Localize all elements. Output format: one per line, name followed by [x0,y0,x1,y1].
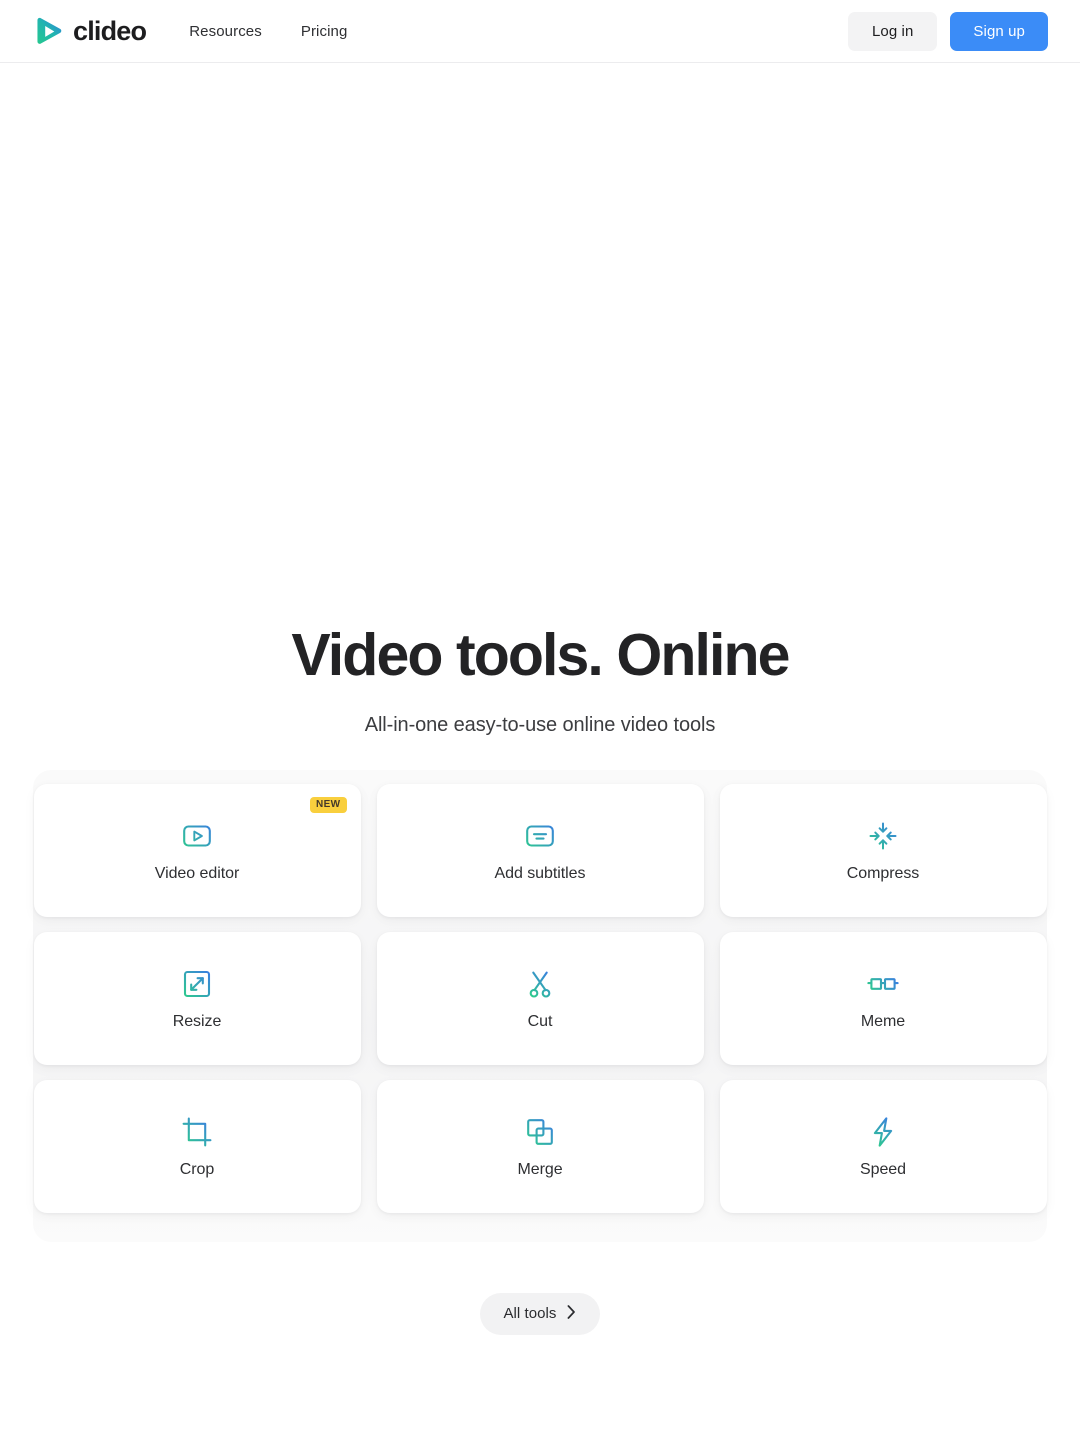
primary-nav: Resources Pricing [189,24,347,39]
tool-label: Compress [846,864,920,882]
tools-section: NEW Video editor Add subtitles Compress … [33,769,1047,1242]
tool-card-crop[interactable]: Crop [33,1079,361,1213]
login-button[interactable]: Log in [847,11,938,51]
all-tools-button[interactable]: All tools [479,1292,601,1335]
tool-card-add-subtitles[interactable]: Add subtitles [376,783,704,917]
tool-card-merge[interactable]: Merge [376,1079,704,1213]
tools-grid: NEW Video editor Add subtitles Compress … [33,783,1047,1213]
meme-glasses-icon [866,967,900,1001]
cut-scissors-icon [523,967,557,1001]
tool-label: Cut [527,1012,553,1030]
add-subtitles-icon [523,819,557,853]
page-title: Video tools. Online [291,622,790,688]
site-header: clideo Resources Pricing Log in Sign up [0,0,1080,63]
brand-logo-link[interactable]: clideo [33,15,147,47]
tool-label: Merge [517,1160,563,1178]
tool-label: Resize [172,1012,222,1030]
crop-icon [180,1115,214,1149]
chevron-right-icon [567,1305,576,1323]
video-editor-icon [180,819,214,853]
tool-card-meme[interactable]: Meme [719,931,1047,1065]
clideo-homepage: clideo Resources Pricing Log in Sign up … [0,0,1080,1452]
tool-card-compress[interactable]: Compress [719,783,1047,917]
tool-label: Meme [860,1012,906,1030]
tool-label: Add subtitles [494,864,586,882]
compress-icon [866,819,900,853]
tool-label: Speed [859,1160,907,1178]
tool-label: Video editor [154,864,240,882]
clideo-play-logo-icon [33,16,64,47]
tool-card-video-editor[interactable]: NEW Video editor [33,783,361,917]
tool-card-resize[interactable]: Resize [33,931,361,1065]
nav-item-pricing[interactable]: Pricing [301,24,348,39]
hero-section: Video tools. Online All-in-one easy-to-u… [0,63,1080,1452]
signup-button[interactable]: Sign up [950,11,1048,51]
merge-icon [523,1115,557,1149]
tool-label: Crop [179,1160,215,1178]
tool-card-speed[interactable]: Speed [719,1079,1047,1213]
speed-bolt-icon [866,1115,900,1149]
brand-name: clideo [73,15,147,46]
page-subtitle: All-in-one easy-to-use online video tool… [364,713,716,736]
resize-icon [180,967,214,1001]
nav-item-resources[interactable]: Resources [189,24,262,39]
all-tools-row: All tools [0,1292,1080,1335]
header-actions: Log in Sign up [847,11,1048,51]
all-tools-label: All tools [503,1305,557,1323]
tool-card-cut[interactable]: Cut [376,931,704,1065]
new-badge: NEW [309,796,347,813]
